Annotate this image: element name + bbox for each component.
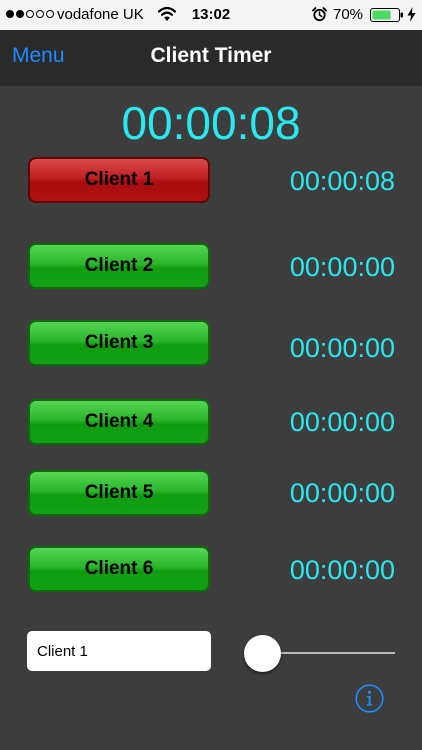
total-time-display: 00:00:08 xyxy=(121,97,301,149)
client-6-time: 00:00:00 xyxy=(289,555,395,585)
client-5-time: 00:00:00 xyxy=(289,478,395,508)
client-6-button[interactable]: Client 6 xyxy=(28,546,210,592)
client-4-button[interactable]: Client 4 xyxy=(28,399,210,445)
client-3-time: 00:00:00 xyxy=(289,333,395,363)
slider-track[interactable] xyxy=(262,652,395,654)
client-5-button[interactable]: Client 5 xyxy=(28,470,210,516)
battery-percentage: 70% xyxy=(333,6,364,23)
slider-thumb[interactable] xyxy=(244,635,281,672)
client-4-time: 00:00:00 xyxy=(289,407,395,437)
charging-icon xyxy=(407,7,416,22)
client-1-time: 00:00:08 xyxy=(289,166,395,196)
status-bar: vodafone UK 13:02 70% xyxy=(0,0,422,30)
navigation-bar: Menu Client Timer xyxy=(0,30,422,86)
client-3-button[interactable]: Client 3 xyxy=(28,320,210,366)
client-name-input[interactable] xyxy=(27,631,211,671)
client-2-time: 00:00:00 xyxy=(289,252,395,282)
battery-icon xyxy=(370,8,403,22)
alarm-icon xyxy=(312,7,327,22)
client-2-button[interactable]: Client 2 xyxy=(28,243,210,289)
page-title: Client Timer xyxy=(150,44,272,67)
client-1-button[interactable]: Client 1 xyxy=(28,157,210,203)
info-icon[interactable] xyxy=(355,684,384,713)
